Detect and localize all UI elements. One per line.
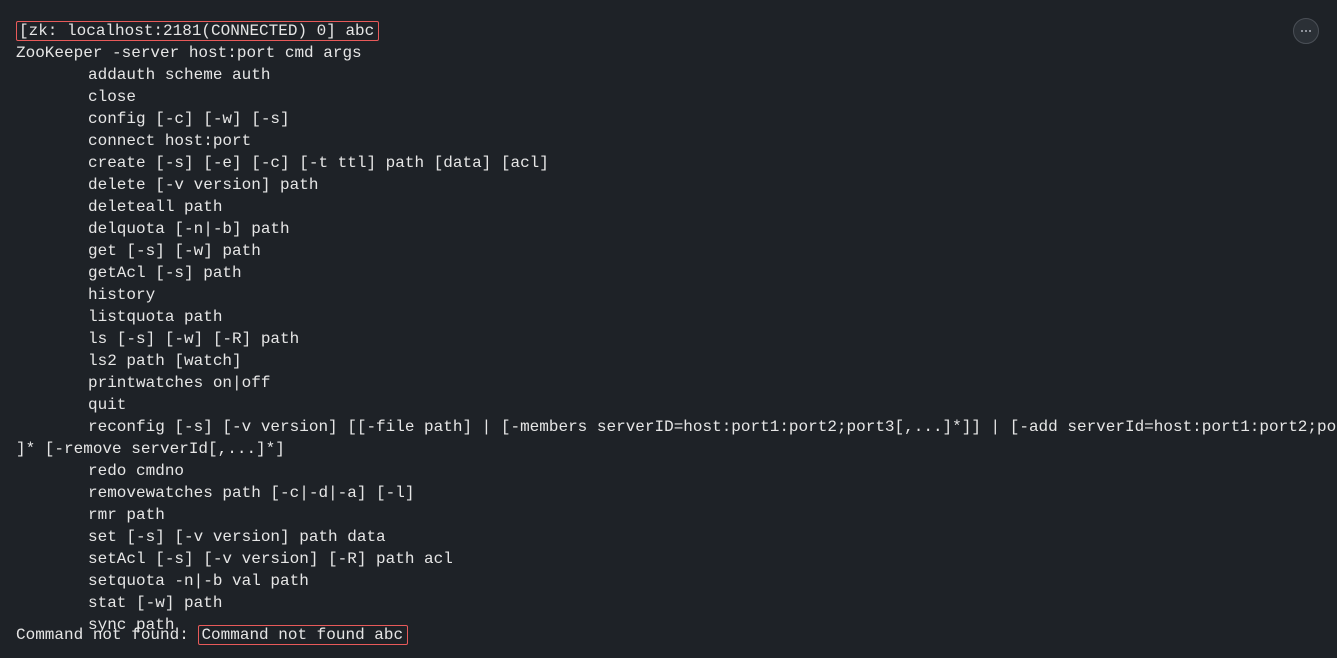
prompt-highlight: [zk: localhost:2181(CONNECTED) 0] abc [16,21,379,41]
command-help-line: delete [-v version] path [16,174,1337,196]
command-help-line: setAcl [-s] [-v version] [-R] path acl [16,548,1337,570]
usage-header: ZooKeeper -server host:port cmd args [16,42,1337,64]
command-help-line: redo cmdno [16,460,1337,482]
command-help-line: connect host:port [16,130,1337,152]
command-help-line: listquota path [16,306,1337,328]
command-help-line: ls [-s] [-w] [-R] path [16,328,1337,350]
command-help-line: delquota [-n|-b] path [16,218,1337,240]
prompt-line: [zk: localhost:2181(CONNECTED) 0] abc [16,20,1337,42]
command-help-line: removewatches path [-c|-d|-a] [-l] [16,482,1337,504]
command-help-line: history [16,284,1337,306]
terminal-output[interactable]: [zk: localhost:2181(CONNECTED) 0] abcZoo… [16,20,1337,636]
command-help-line-wrap: ]* [-remove serverId[,...]*] [16,438,1337,460]
command-help-line: reconfig [-s] [-v version] [[-file path]… [16,416,1337,438]
command-help-line: create [-s] [-e] [-c] [-t ttl] path [dat… [16,152,1337,174]
command-help-line: quit [16,394,1337,416]
command-help-line: config [-c] [-w] [-s] [16,108,1337,130]
terminal-footer: Command not found: Command not found abc [16,624,408,646]
command-help-line: addauth scheme auth [16,64,1337,86]
command-help-line: rmr path [16,504,1337,526]
footer-prefix: Command not found: [16,626,198,644]
command-help-line: close [16,86,1337,108]
command-help-line: stat [-w] path [16,592,1337,614]
command-help-line: deleteall path [16,196,1337,218]
footer-error-highlight: Command not found abc [198,625,408,645]
command-help-line: getAcl [-s] path [16,262,1337,284]
command-help-line: set [-s] [-v version] path data [16,526,1337,548]
command-help-line: printwatches on|off [16,372,1337,394]
command-help-line: setquota -n|-b val path [16,570,1337,592]
command-help-line: ls2 path [watch] [16,350,1337,372]
command-help-line: get [-s] [-w] path [16,240,1337,262]
